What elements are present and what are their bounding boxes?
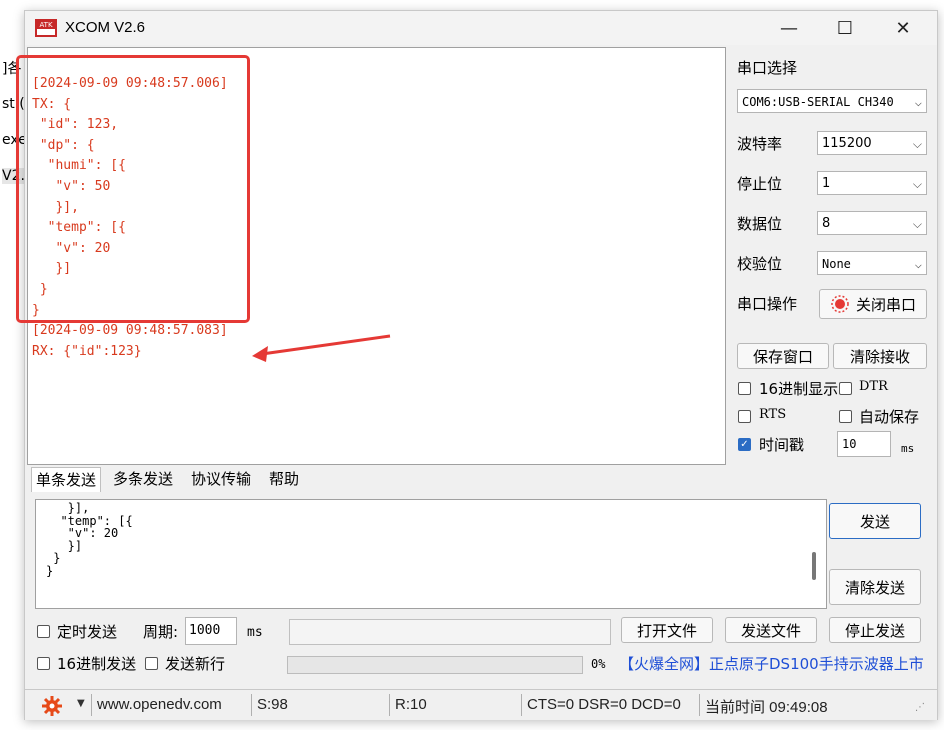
parity-select[interactable]: None ⌵ xyxy=(817,251,927,275)
receive-line: } xyxy=(32,282,48,297)
send-line: "v": 20 xyxy=(46,526,119,540)
hex-display-label: 16进制显示 xyxy=(759,380,839,398)
sent-count: S:98 xyxy=(257,696,288,713)
period-unit: ms xyxy=(247,625,263,640)
annotation-arrow-icon xyxy=(252,334,391,362)
hex-send-label: 16进制发送 xyxy=(57,655,137,673)
period-label: 周期: xyxy=(143,623,179,641)
chevron-down-icon: ⌵ xyxy=(914,95,922,109)
website-link[interactable]: www.openedv.com xyxy=(97,696,222,713)
send-scrollbar[interactable] xyxy=(812,552,816,580)
clear-send-button[interactable]: 清除发送 xyxy=(829,569,921,605)
ad-link[interactable]: 【火爆全网】正点原子DS100手持示波器上市 xyxy=(619,653,924,674)
maximize-button[interactable]: ☐ xyxy=(821,11,869,45)
receive-line: "humi": [{ xyxy=(32,158,126,174)
port-operation-label: 串口操作 xyxy=(737,295,798,313)
close-button[interactable]: ✕ xyxy=(879,11,927,45)
send-input[interactable]: }], "temp": [{ "v": 20 }] } } xyxy=(35,499,827,609)
send-line: } xyxy=(46,563,54,578)
receive-line: "v": 20 xyxy=(32,240,111,256)
chevron-down-icon: ⌵ xyxy=(912,217,922,231)
receive-line: }] xyxy=(32,261,72,277)
stop-bits-label: 停止位 xyxy=(737,175,783,193)
receive-line: RX: {"id":123} xyxy=(32,343,142,359)
period-input[interactable]: 1000 xyxy=(185,617,237,645)
gear-icon[interactable] xyxy=(41,695,63,717)
clear-receive-button[interactable]: 清除接收 xyxy=(833,343,927,369)
status-bar: ▼ www.openedv.com S:98 R:10 CTS=0 DSR=0 … xyxy=(25,689,937,720)
auto-save-checkbox[interactable] xyxy=(839,410,852,423)
timed-send-checkbox[interactable] xyxy=(37,625,50,638)
current-time: 当前时间 09:49:08 xyxy=(705,699,828,716)
baud-select[interactable]: 115200 ⌵ xyxy=(817,131,927,155)
minimize-button[interactable]: — xyxy=(765,11,813,45)
timestamp-unit: ms xyxy=(901,442,915,455)
send-progress-bar xyxy=(287,656,583,674)
progress-text: 0% xyxy=(591,657,606,671)
app-logo-icon: ATK xyxy=(35,19,57,37)
send-newline-label: 发送新行 xyxy=(165,655,226,673)
send-file-button[interactable]: 发送文件 xyxy=(725,617,817,643)
parity-label: 校验位 xyxy=(737,255,783,273)
send-line: } xyxy=(46,551,61,565)
tab-multi-send[interactable]: 多条发送 xyxy=(109,467,177,491)
timestamp-input[interactable]: 10 xyxy=(837,431,891,457)
tab-bar: 单条发送 多条发送 协议传输 帮助 xyxy=(31,467,731,493)
receive-line: [2024-09-09 09:48:57.006] xyxy=(32,76,228,91)
send-newline-checkbox[interactable] xyxy=(145,657,158,670)
receive-line: [2024-09-09 09:48:57.083] xyxy=(32,323,228,339)
receive-line: } xyxy=(32,302,40,318)
stop-send-button[interactable]: 停止发送 xyxy=(829,617,921,643)
svg-text:ATK: ATK xyxy=(39,21,53,29)
timestamp-checkbox[interactable]: ✓ xyxy=(738,438,751,451)
open-file-button[interactable]: 打开文件 xyxy=(621,617,713,643)
dropdown-arrow-icon[interactable]: ▼ xyxy=(77,698,85,709)
chevron-down-icon: ⌵ xyxy=(912,177,922,191)
hex-send-checkbox[interactable] xyxy=(37,657,50,670)
rts-label: RTS xyxy=(759,407,787,422)
send-line: }], xyxy=(46,501,90,515)
receive-line: "v": 50 xyxy=(32,179,111,194)
xcom-window: ATK XCOM V2.6 — ☐ ✕ [2024-09-09 09:48:57… xyxy=(16,10,938,720)
tab-single-send[interactable]: 单条发送 xyxy=(31,467,102,492)
port-select[interactable]: COM6:USB-SERIAL CH340 ⌵ xyxy=(737,89,927,113)
send-button[interactable]: 发送 xyxy=(829,503,921,539)
receive-line: }], xyxy=(32,199,79,215)
timed-send-label: 定时发送 xyxy=(57,623,118,641)
receive-line: "temp": [{ xyxy=(32,220,126,236)
signal-status: CTS=0 DSR=0 DCD=0 xyxy=(527,696,681,713)
receive-line: TX: { xyxy=(32,96,72,112)
data-bits-select[interactable]: 8 ⌵ xyxy=(817,211,927,235)
receive-area[interactable]: [2024-09-09 09:48:57.006] TX: { "id": 12… xyxy=(16,47,726,465)
resize-grip-icon[interactable]: ⋰ xyxy=(915,702,925,713)
chevron-down-icon: ⌵ xyxy=(912,137,922,151)
close-port-button[interactable]: 关闭串口 xyxy=(819,289,927,319)
file-path-field[interactable] xyxy=(289,619,611,645)
hex-display-checkbox[interactable] xyxy=(738,382,751,395)
chevron-down-icon: ⌵ xyxy=(914,257,922,271)
rts-checkbox[interactable] xyxy=(738,410,751,423)
receive-line: "dp": { xyxy=(32,137,95,153)
save-window-button[interactable]: 保存窗口 xyxy=(737,343,829,369)
title-bar[interactable]: ATK XCOM V2.6 — ☐ ✕ xyxy=(25,11,937,45)
dtr-checkbox[interactable] xyxy=(839,382,852,395)
auto-save-label: 自动保存 xyxy=(859,408,920,426)
timestamp-label: 时间戳 xyxy=(759,436,805,454)
receive-line: "id": 123, xyxy=(32,117,119,133)
port-status-led-icon xyxy=(831,295,849,313)
tab-protocol[interactable]: 协议传输 xyxy=(187,467,255,491)
data-bits-label: 数据位 xyxy=(737,215,783,233)
tab-help[interactable]: 帮助 xyxy=(265,467,303,491)
port-select-label: 串口选择 xyxy=(737,59,798,77)
dtr-label: DTR xyxy=(859,379,888,394)
received-count: R:10 xyxy=(395,696,427,713)
stop-bits-select[interactable]: 1 ⌵ xyxy=(817,171,927,195)
window-title: XCOM V2.6 xyxy=(65,19,146,36)
baud-label: 波特率 xyxy=(737,135,783,153)
